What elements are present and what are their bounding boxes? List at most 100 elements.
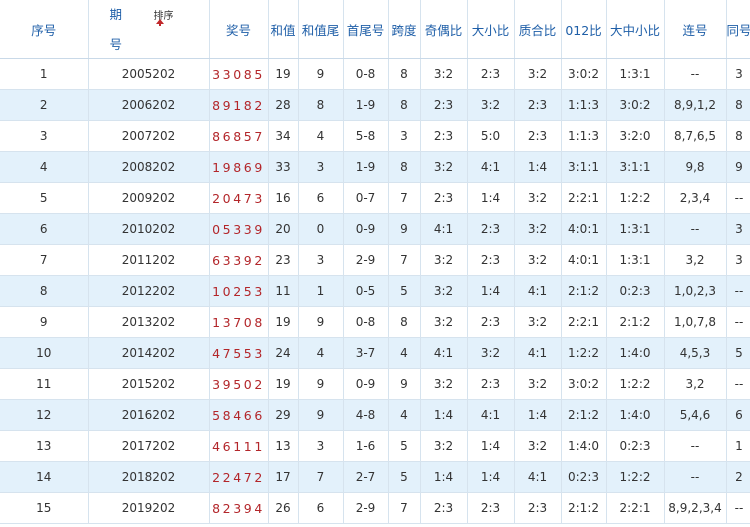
cell-seq: 4 <box>0 151 89 183</box>
cell-big-mid-small: 1:4:0 <box>606 399 665 431</box>
cell-ratio-012: 2:1:2 <box>561 492 607 524</box>
cell-seq: 12 <box>0 399 89 431</box>
cell-period: 2016202 <box>88 399 210 431</box>
cell-odd-even: 3:2 <box>420 244 468 276</box>
cell-big-small: 2:3 <box>467 213 515 245</box>
cell-odd-even: 4:1 <box>420 337 468 369</box>
cell-span: 9 <box>388 368 421 400</box>
cell-seq: 2 <box>0 89 89 121</box>
cell-head-tail: 1-9 <box>343 151 389 183</box>
cell-period: 2013202 <box>88 306 210 338</box>
cell-sum-tail: 8 <box>298 89 344 121</box>
cell-head-tail: 2-9 <box>343 492 389 524</box>
cell-consecutive: 8,9,2,3,4 <box>664 492 727 524</box>
cell-sum-tail: 6 <box>298 492 344 524</box>
cell-big-small: 1:4 <box>467 461 515 493</box>
cell-period: 2012202 <box>88 275 210 307</box>
cell-span: 8 <box>388 151 421 183</box>
header-ratio-012: 012比 <box>561 0 607 59</box>
cell-odd-even: 3:2 <box>420 275 468 307</box>
cell-big-mid-small: 2:2:1 <box>606 492 665 524</box>
cell-head-tail: 0-8 <box>343 306 389 338</box>
cell-span: 5 <box>388 461 421 493</box>
cell-big-small: 1:4 <box>467 275 515 307</box>
cell-sum: 26 <box>268 492 299 524</box>
cell-prize: 20473 <box>209 182 269 214</box>
cell-sum-tail: 4 <box>298 337 344 369</box>
cell-ratio-012: 1:1:3 <box>561 120 607 152</box>
cell-big-small: 3:2 <box>467 337 515 369</box>
table-row: 7 2011202 63392 23 3 2-9 7 3:2 2:3 3:2 4:0:1 1:3:1 3… <box>0 244 750 276</box>
cell-prize: 39502 <box>209 368 269 400</box>
cell-ratio-012: 1:2:2 <box>561 337 607 369</box>
cell-prime-composite: 4:1 <box>514 461 562 493</box>
table-row: 4 2008202 19869 33 3 1-9 8 3:2 4:1 1:4 3:1:1 3:1:1 9… <box>0 151 750 183</box>
table-body: 1 2005202 33085 19 9 0-8 8 3:2 2:3 3:2 3:0:2 1:3:1-… <box>0 58 750 524</box>
cell-period: 2009202 <box>88 182 210 214</box>
cell-prize: 10253 <box>209 275 269 307</box>
cell-ratio-012: 0:2:3 <box>561 461 607 493</box>
cell-span: 7 <box>388 244 421 276</box>
cell-prize: 19869 <box>209 151 269 183</box>
table-row: 14 2018202 22472 17 7 2-7 5 1:4 1:4 4:1 0:2:3 1:2:2… <box>0 461 750 493</box>
cell-same: -- <box>726 306 750 338</box>
cell-big-mid-small: 3:0:2 <box>606 89 665 121</box>
cell-ratio-012: 2:1:2 <box>561 399 607 431</box>
table-row: 11 2015202 39502 19 9 0-9 9 3:2 2:3 3:2 3:0:2 1:2:2… <box>0 368 750 400</box>
cell-seq: 11 <box>0 368 89 400</box>
cell-prime-composite: 1:4 <box>514 399 562 431</box>
header-big-mid-small: 大中小比 <box>606 0 665 59</box>
cell-sum-tail: 9 <box>298 58 344 90</box>
cell-sum: 19 <box>268 306 299 338</box>
lottery-history-table: 序号 期 号 排序 奖号 和值 和值尾 首尾号 跨度 奇偶比 大小比 质合比 0… <box>0 0 750 524</box>
cell-sum: 28 <box>268 89 299 121</box>
cell-big-small: 3:2 <box>467 89 515 121</box>
header-row: 序号 期 号 排序 奖号 和值 和值尾 首尾号 跨度 奇偶比 大小比 质合比 0… <box>0 0 750 59</box>
cell-consecutive: -- <box>664 430 727 462</box>
cell-head-tail: 3-7 <box>343 337 389 369</box>
cell-period: 2019202 <box>88 492 210 524</box>
cell-head-tail: 0-7 <box>343 182 389 214</box>
cell-consecutive: -- <box>664 58 727 90</box>
cell-big-mid-small: 3:1:1 <box>606 151 665 183</box>
cell-ratio-012: 1:1:3 <box>561 89 607 121</box>
cell-odd-even: 2:3 <box>420 89 468 121</box>
cell-sum: 23 <box>268 244 299 276</box>
cell-same: 8 <box>726 89 750 121</box>
sort-arrow-stem-icon <box>158 23 161 26</box>
cell-same: 3 <box>726 213 750 245</box>
cell-ratio-012: 2:2:1 <box>561 182 607 214</box>
cell-prize: 13708 <box>209 306 269 338</box>
cell-seq: 8 <box>0 275 89 307</box>
cell-seq: 6 <box>0 213 89 245</box>
cell-odd-even: 3:2 <box>420 151 468 183</box>
cell-prime-composite: 2:3 <box>514 120 562 152</box>
cell-sum-tail: 9 <box>298 306 344 338</box>
cell-span: 4 <box>388 399 421 431</box>
cell-sum: 24 <box>268 337 299 369</box>
cell-sum: 33 <box>268 151 299 183</box>
cell-prime-composite: 3:2 <box>514 182 562 214</box>
cell-prime-composite: 2:3 <box>514 492 562 524</box>
cell-same: -- <box>726 492 750 524</box>
header-head-tail: 首尾号 <box>343 0 389 59</box>
cell-same: 3 <box>726 58 750 90</box>
cell-period: 2011202 <box>88 244 210 276</box>
table-row: 6 2010202 05339 20 0 0-9 9 4:1 2:3 3:2 4:0:1 1:3:1-… <box>0 213 750 245</box>
cell-odd-even: 2:3 <box>420 182 468 214</box>
cell-odd-even: 1:4 <box>420 461 468 493</box>
cell-seq: 15 <box>0 492 89 524</box>
cell-big-small: 5:0 <box>467 120 515 152</box>
cell-same: -- <box>726 368 750 400</box>
table-row: 2 2006202 89182 28 8 1-9 8 2:3 3:2 2:3 1:1:3 3:0:2 8… <box>0 89 750 121</box>
cell-big-small: 1:4 <box>467 430 515 462</box>
cell-period: 2010202 <box>88 213 210 245</box>
cell-prize: 22472 <box>209 461 269 493</box>
cell-same: 3 <box>726 244 750 276</box>
cell-span: 8 <box>388 306 421 338</box>
table-row: 10 2014202 47553 24 4 3-7 4 4:1 3:2 4:1 1:2:2 1:4:0… <box>0 337 750 369</box>
cell-period: 2018202 <box>88 461 210 493</box>
cell-same: -- <box>726 182 750 214</box>
cell-sum-tail: 1 <box>298 275 344 307</box>
cell-head-tail: 1-6 <box>343 430 389 462</box>
